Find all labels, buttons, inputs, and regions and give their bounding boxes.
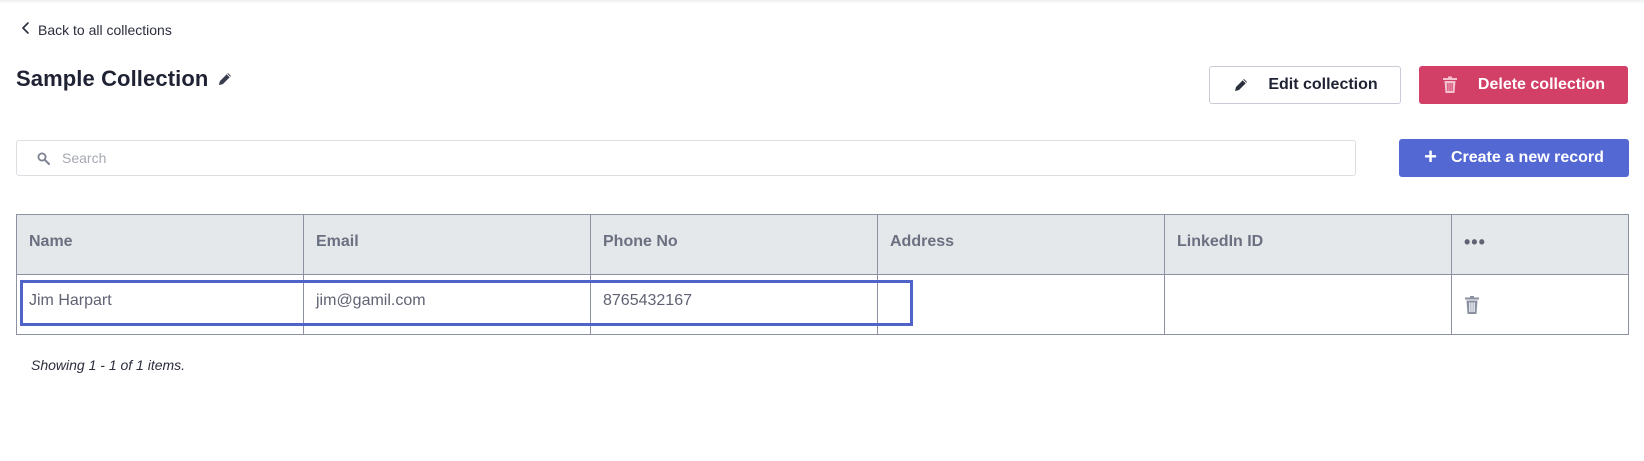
edit-collection-button[interactable]: Edit collection xyxy=(1209,66,1401,104)
cell-email[interactable]: jim@gamil.com xyxy=(303,274,591,335)
cell-phone[interactable]: 8765432167 xyxy=(590,274,878,335)
plus-icon: + xyxy=(1424,144,1437,169)
cell-address[interactable] xyxy=(877,274,1165,335)
delete-collection-button[interactable]: Delete collection xyxy=(1419,66,1628,104)
page-header: Sample Collection xyxy=(16,66,234,92)
column-menu-cell: ••• xyxy=(1451,214,1629,275)
pencil-icon xyxy=(1232,76,1250,94)
search-input[interactable] xyxy=(62,150,1262,166)
back-link-label: Back to all collections xyxy=(38,21,172,38)
column-header-email[interactable]: Email xyxy=(303,214,591,275)
search-bar xyxy=(16,140,1356,176)
search-icon xyxy=(37,152,50,165)
trash-icon[interactable] xyxy=(1464,295,1480,315)
column-header-phone[interactable]: Phone No xyxy=(590,214,878,275)
records-table: Name Email Phone No Address LinkedIn ID … xyxy=(16,214,1629,335)
trash-icon xyxy=(1442,76,1458,94)
more-horizontal-icon[interactable]: ••• xyxy=(1464,232,1486,252)
column-header-linkedin[interactable]: LinkedIn ID xyxy=(1164,214,1452,275)
create-record-label: Create a new record xyxy=(1450,149,1604,166)
table-row[interactable]: Jim Harpart jim@gamil.com 8765432167 xyxy=(16,274,1629,335)
table-header-row: Name Email Phone No Address LinkedIn ID … xyxy=(16,214,1629,275)
column-header-address[interactable]: Address xyxy=(877,214,1165,275)
top-shadow xyxy=(0,0,1644,4)
cell-name[interactable]: Jim Harpart xyxy=(16,274,304,335)
chevron-left-icon xyxy=(20,21,32,38)
cell-linkedin[interactable] xyxy=(1164,274,1452,335)
column-header-name[interactable]: Name xyxy=(16,214,304,275)
delete-collection-label: Delete collection xyxy=(1477,76,1606,93)
page-title: Sample Collection xyxy=(16,66,209,91)
edit-collection-label: Edit collection xyxy=(1268,76,1378,93)
create-record-button[interactable]: + Create a new record xyxy=(1399,139,1629,177)
pagination-summary: Showing 1 - 1 of 1 items. xyxy=(31,357,186,373)
back-link[interactable]: Back to all collections xyxy=(20,21,172,38)
pencil-icon[interactable] xyxy=(216,70,234,88)
cell-actions xyxy=(1451,274,1629,335)
